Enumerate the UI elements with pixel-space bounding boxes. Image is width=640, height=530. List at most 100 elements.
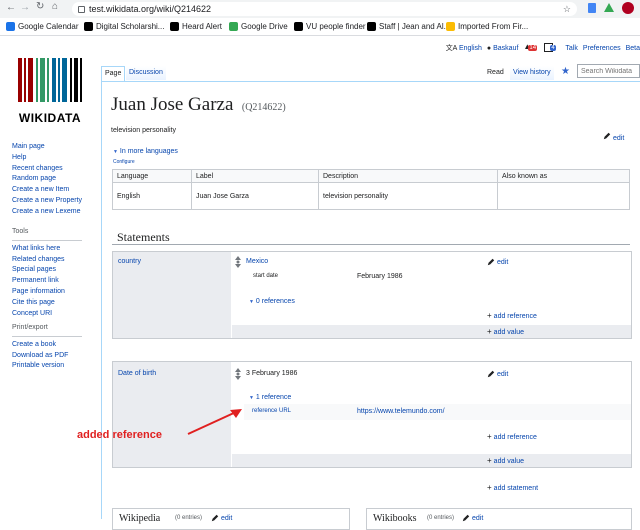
wikibooks-edit-link[interactable]: edit xyxy=(462,514,483,522)
country-edit-link[interactable]: edit xyxy=(487,258,508,266)
pencil-icon xyxy=(462,514,470,522)
nav-print-item[interactable]: Printable version xyxy=(12,361,82,372)
item-description: television personality xyxy=(111,127,176,134)
nav-tools-item[interactable]: Related changes xyxy=(12,255,82,266)
rank-selector-icon[interactable] xyxy=(235,368,241,380)
browser-toolbar: ← → ↻ ⌂ test.wikidata.org/wiki/Q214622 ☆ xyxy=(0,0,640,19)
bookmark-favicon-icon xyxy=(229,22,238,31)
references-toggle[interactable]: ▼ 0 references xyxy=(249,298,295,305)
nav-tools-item[interactable]: Concept URI xyxy=(12,309,82,320)
reference-property[interactable]: reference URL xyxy=(252,408,291,414)
sitelinks-wikibooks: Wikibooks (0 entries) edit xyxy=(366,508,632,530)
plus-icon: + xyxy=(487,327,492,336)
header-edit-link[interactable]: edit xyxy=(603,127,624,145)
country-add-value[interactable]: + add value xyxy=(487,327,524,336)
bookmark-favicon-icon xyxy=(6,22,15,31)
forward-icon[interactable]: → xyxy=(20,2,30,13)
dob-edit-link[interactable]: edit xyxy=(487,370,508,378)
rank-selector-icon[interactable] xyxy=(235,256,241,268)
nav-print-item[interactable]: Create a book xyxy=(12,340,82,351)
bookmark-item[interactable]: VU people finder xyxy=(294,18,366,35)
wikibooks-count: (0 entries) xyxy=(427,515,455,521)
tab-read[interactable]: Read xyxy=(484,66,507,80)
user-link[interactable]: ● Baskauf xyxy=(487,45,518,52)
chevron-down-icon: ▼ xyxy=(249,395,254,401)
bookmark-item[interactable]: Google Drive xyxy=(229,18,288,35)
nav-main-item[interactable]: Create a new Item xyxy=(12,185,82,196)
bookmark-favicon-icon xyxy=(367,22,376,31)
references-toggle[interactable]: ▼ 1 reference xyxy=(249,394,291,401)
col-also-known-as: Also known as xyxy=(497,169,630,183)
tab-page[interactable]: Page xyxy=(101,66,126,81)
property-country[interactable]: country xyxy=(113,252,231,338)
bookmark-item[interactable]: Staff | Jean and Al... xyxy=(367,18,450,35)
reload-icon[interactable]: ↻ xyxy=(36,1,44,12)
country-add-reference[interactable]: + add reference xyxy=(487,311,537,320)
search-input[interactable] xyxy=(577,64,640,78)
value-mexico[interactable]: Mexico xyxy=(246,258,268,265)
chevron-right-icon: ▼ xyxy=(249,299,254,305)
nav-main-item[interactable]: Create a new Lexeme xyxy=(12,207,82,218)
bookmark-label: Heard Alert xyxy=(182,22,223,31)
nav-main-item[interactable]: Help xyxy=(12,153,82,164)
bookmark-item[interactable]: Digital Scholarshi... xyxy=(84,18,164,35)
watch-star-icon[interactable]: ★ xyxy=(561,66,570,77)
statement-country-value: Mexico start date February 1986 ▼ 0 refe… xyxy=(232,252,631,325)
notifications-alert[interactable]: ▲ 14 xyxy=(523,42,539,54)
notification-badge: 14 xyxy=(528,45,538,51)
tab-view-history[interactable]: View history xyxy=(510,66,554,80)
notifications-notice[interactable]: 4 xyxy=(544,42,560,54)
col-label: Label xyxy=(191,169,319,183)
tools-divider xyxy=(12,239,82,241)
wikidata-logo[interactable]: WIKIDATA xyxy=(14,58,86,125)
nav-tools-item[interactable]: Special pages xyxy=(12,265,82,276)
bookmark-item[interactable]: Google Calendar xyxy=(6,18,78,35)
nav-tools-item[interactable]: Page information xyxy=(12,287,82,298)
language-selector[interactable]: 文A English xyxy=(446,43,482,53)
extension-drive-icon[interactable] xyxy=(604,3,614,12)
language-table: Language Label Description Also known as… xyxy=(112,169,630,210)
bookmark-label: Imported From Fir... xyxy=(458,22,529,31)
beta-link[interactable]: Beta xyxy=(626,45,640,52)
address-bar[interactable]: test.wikidata.org/wiki/Q214622 ☆ xyxy=(72,2,577,16)
barcode-icon xyxy=(18,58,82,102)
nav-main-item[interactable]: Create a new Property xyxy=(12,196,82,207)
talk-link[interactable]: Talk xyxy=(565,45,577,52)
home-icon[interactable]: ⌂ xyxy=(52,1,58,12)
dob-add-value[interactable]: + add value xyxy=(487,456,524,465)
wikipedia-count: (0 entries) xyxy=(175,515,203,521)
bookmark-favicon-icon xyxy=(170,22,179,31)
back-icon[interactable]: ← xyxy=(6,2,16,13)
pencil-icon xyxy=(487,258,495,266)
wikipedia-heading: Wikipedia xyxy=(119,513,161,524)
col-language: Language xyxy=(112,169,192,183)
configure-link[interactable]: Configure xyxy=(113,159,135,165)
nav-tools-item[interactable]: What links here xyxy=(12,244,82,255)
translate-icon: 文A xyxy=(445,45,457,52)
nav-tools-item[interactable]: Permanent link xyxy=(12,276,82,287)
tab-discussion[interactable]: Discussion xyxy=(126,66,166,80)
nav-main-item[interactable]: Recent changes xyxy=(12,164,82,175)
cell-description: television personality xyxy=(318,182,498,210)
bookmark-item[interactable]: Imported From Fir... xyxy=(446,18,528,35)
profile-avatar[interactable] xyxy=(622,2,634,14)
extension-doc-icon[interactable] xyxy=(588,3,596,13)
dob-add-reference[interactable]: + add reference xyxy=(487,432,537,441)
nav-print-item[interactable]: Download as PDF xyxy=(12,351,82,362)
preferences-link[interactable]: Preferences xyxy=(583,45,621,52)
pencil-icon xyxy=(603,132,611,139)
star-icon[interactable]: ☆ xyxy=(563,2,571,16)
more-languages-toggle[interactable]: ▼ In more languages xyxy=(113,148,178,155)
item-label: Juan Jose Garza xyxy=(111,94,234,115)
reference-url[interactable]: https://www.telemundo.com/ xyxy=(357,408,445,415)
add-statement-link[interactable]: + add statement xyxy=(487,483,538,492)
nav-main-item[interactable]: Random page xyxy=(12,174,82,185)
tools-heading: Tools xyxy=(12,228,29,235)
wikipedia-edit-link[interactable]: edit xyxy=(211,514,232,522)
statement-group-country: country Mexico start date February 1986 … xyxy=(112,251,632,339)
nav-main-item[interactable]: Main page xyxy=(12,142,82,153)
nav-tools-item[interactable]: Cite this page xyxy=(12,298,82,309)
url-text: test.wikidata.org/wiki/Q214622 xyxy=(89,4,212,14)
bookmark-item[interactable]: Heard Alert xyxy=(170,18,222,35)
bookmark-favicon-icon xyxy=(294,22,303,31)
